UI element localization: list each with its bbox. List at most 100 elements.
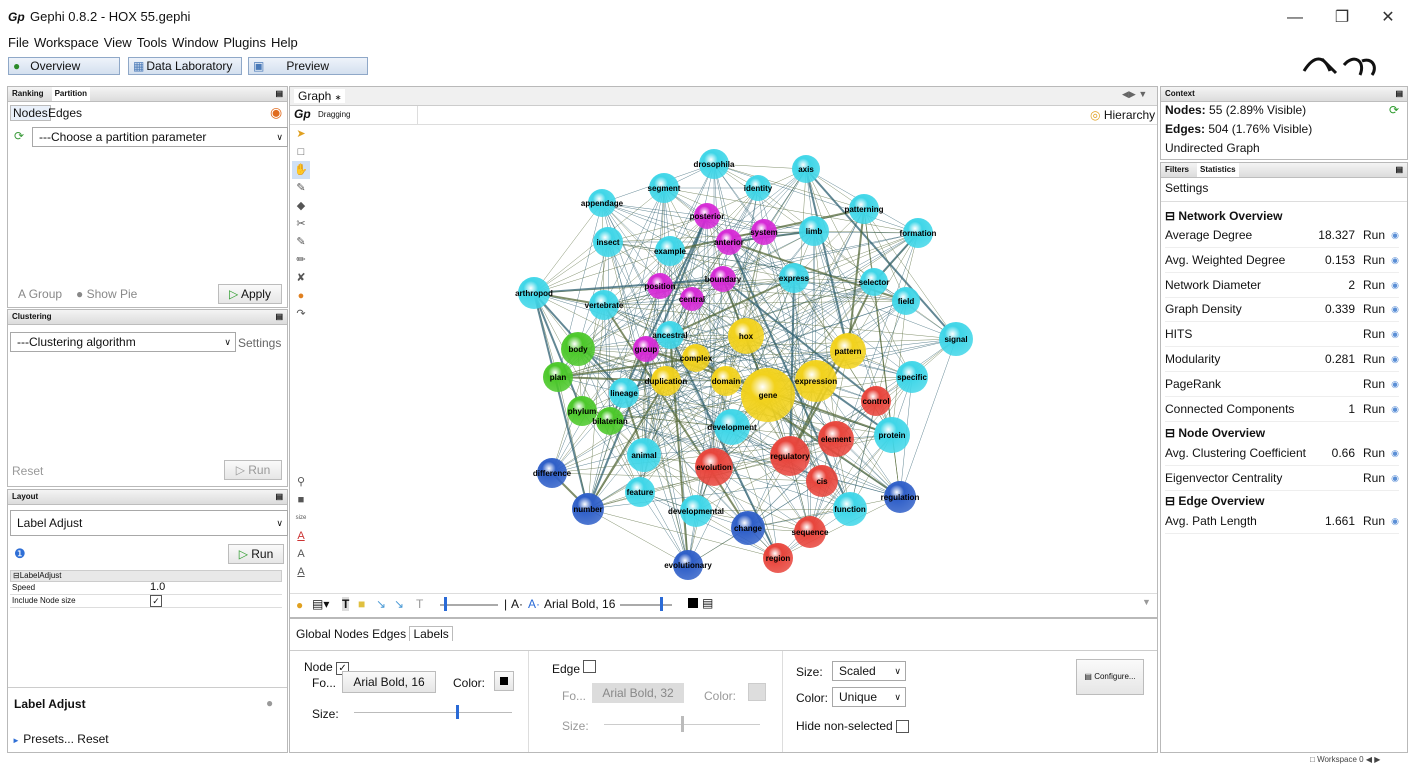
label-color-icon[interactable]: A bbox=[292, 527, 310, 545]
graph-node-plan[interactable]: plan bbox=[543, 362, 573, 392]
edge-weight-slider[interactable] bbox=[440, 604, 498, 606]
info-icon[interactable]: ❶ bbox=[14, 546, 26, 562]
collapse-icon[interactable]: ⊟ bbox=[1165, 209, 1178, 223]
stat-run-button[interactable]: Run bbox=[1363, 273, 1385, 297]
info-icon[interactable]: ◉ bbox=[1391, 347, 1399, 371]
clustering-reset-button[interactable]: Reset bbox=[12, 464, 43, 478]
stat-run-button[interactable]: Run bbox=[1363, 509, 1385, 533]
configure-button[interactable]: ▤ Configure... bbox=[1076, 659, 1144, 695]
graph-node-vertebrate[interactable]: vertebrate bbox=[585, 290, 624, 320]
rectangle-select-icon[interactable]: □ bbox=[292, 143, 310, 161]
close-tab-icon[interactable]: ∗ bbox=[335, 93, 342, 102]
graph-node-axis[interactable]: axis bbox=[792, 155, 820, 183]
menu-view[interactable]: View bbox=[104, 35, 132, 50]
tab-graph[interactable]: Graph ∗ bbox=[294, 89, 346, 103]
clustering-run-button[interactable]: ▷ Run bbox=[224, 460, 282, 480]
presets-button[interactable]: Presets... bbox=[23, 732, 74, 746]
pencil-icon[interactable]: ✎ bbox=[292, 179, 310, 197]
zoom-icon[interactable]: ⚲ bbox=[292, 473, 310, 491]
graph-node-regulatory[interactable]: regulatory bbox=[770, 436, 810, 476]
menu-file[interactable]: File bbox=[8, 35, 29, 50]
minimize-panel-icon[interactable]: ▤ bbox=[1395, 163, 1403, 177]
graph-node-limb[interactable]: limb bbox=[799, 216, 829, 246]
apply-button[interactable]: ▷ Apply bbox=[218, 284, 282, 304]
graph-node-cis[interactable]: cis bbox=[806, 465, 838, 497]
slider-thumb[interactable] bbox=[444, 597, 447, 611]
stat-run-button[interactable]: Run bbox=[1363, 248, 1385, 272]
node-size-slider[interactable] bbox=[354, 712, 512, 713]
slider-thumb[interactable] bbox=[456, 705, 459, 719]
graph-node-group[interactable]: group bbox=[633, 336, 659, 362]
stat-run-button[interactable]: Run bbox=[1363, 466, 1385, 490]
tab-statistics[interactable]: Statistics bbox=[1197, 163, 1239, 177]
screenshot-icon[interactable]: ▤▾ bbox=[312, 597, 329, 611]
hide-non-selected-checkbox[interactable] bbox=[896, 720, 910, 734]
graph-node-domain[interactable]: domain bbox=[711, 366, 741, 396]
font-color-icon[interactable]: ■ bbox=[358, 597, 365, 611]
tab-filters[interactable]: Filters bbox=[1165, 163, 1189, 177]
minimize-panel-icon[interactable]: ▤ bbox=[275, 87, 283, 101]
graph-node-identity[interactable]: identity bbox=[744, 175, 773, 201]
stat-run-button[interactable]: Run bbox=[1363, 322, 1385, 346]
edge-label-checkbox[interactable] bbox=[583, 660, 597, 673]
tab-edges[interactable]: Edges bbox=[48, 106, 82, 120]
info-icon[interactable]: ◉ bbox=[1391, 466, 1399, 490]
close-icon[interactable]: ✕ bbox=[1373, 8, 1403, 28]
hierarchy-button[interactable]: ◎ Hierarchy bbox=[1090, 108, 1155, 122]
tab-partition[interactable]: Partition bbox=[51, 87, 91, 101]
workspace-indicator[interactable]: □ Workspace 0 ◀ ▶ bbox=[1310, 755, 1380, 764]
collapse-icon[interactable]: ⊟ bbox=[1165, 494, 1178, 508]
include-node-size-checkbox[interactable]: ✓ bbox=[150, 595, 162, 607]
graph-node-example[interactable]: example bbox=[654, 236, 687, 266]
tab-labels[interactable]: Labels bbox=[409, 626, 453, 641]
graph-node-bilaterian[interactable]: bilaterian bbox=[592, 407, 628, 435]
edge-pencil-icon[interactable]: ✏ bbox=[292, 251, 310, 269]
graph-node-arthropod[interactable]: arthropod bbox=[515, 277, 553, 309]
node-color-button[interactable] bbox=[494, 671, 514, 691]
info-icon[interactable]: ◉ bbox=[1391, 509, 1399, 533]
minimize-icon[interactable]: — bbox=[1280, 8, 1310, 28]
menu-window[interactable]: Window bbox=[172, 35, 218, 50]
slider-thumb[interactable] bbox=[681, 716, 684, 732]
drag-hand-icon[interactable]: ✋ bbox=[292, 161, 310, 179]
stat-run-button[interactable]: Run bbox=[1363, 223, 1385, 247]
label-font-button[interactable]: Arial Bold, 16 bbox=[544, 597, 615, 611]
layout-run-button[interactable]: ▷ Run bbox=[228, 544, 284, 564]
tab-nodes-settings[interactable]: Nodes bbox=[334, 627, 369, 641]
graph-node-pattern[interactable]: pattern bbox=[830, 333, 866, 369]
speed-value[interactable]: 1.0 bbox=[150, 582, 165, 593]
graph-node-difference[interactable]: difference bbox=[533, 458, 572, 488]
info-icon[interactable]: ◉ bbox=[1391, 322, 1399, 346]
brush-icon[interactable]: ✎ bbox=[292, 233, 310, 251]
graph-node-insect[interactable]: insect bbox=[593, 227, 623, 257]
node-font-button[interactable]: Arial Bold, 16 bbox=[342, 671, 436, 693]
collapse-icon[interactable]: ⊟ bbox=[13, 571, 20, 580]
label-color-swatch[interactable] bbox=[688, 598, 698, 608]
stat-run-button[interactable]: Run bbox=[1363, 347, 1385, 371]
minimize-panel-icon[interactable]: ▤ bbox=[275, 490, 283, 504]
painter-icon[interactable]: ✂ bbox=[292, 215, 310, 233]
tab-ranking[interactable]: Ranking bbox=[12, 87, 44, 101]
show-labels-icon[interactable]: T bbox=[342, 597, 350, 611]
menu-plugins[interactable]: Plugins bbox=[223, 35, 266, 50]
font-increase-icon[interactable]: A· bbox=[528, 597, 540, 611]
graph-node-function[interactable]: function bbox=[833, 492, 867, 526]
graph-node-appendage[interactable]: appendage bbox=[581, 189, 624, 217]
clustering-algorithm-select[interactable]: ---Clustering algorithm ∨ bbox=[10, 332, 236, 352]
graph-node-control[interactable]: control bbox=[861, 386, 891, 416]
graph-node-gene[interactable]: gene bbox=[741, 368, 795, 422]
label-font-icon[interactable]: A bbox=[292, 563, 310, 581]
light-bulb-icon[interactable]: ● bbox=[296, 598, 303, 612]
info-icon[interactable]: ◉ bbox=[1391, 297, 1399, 321]
label-size-slider[interactable] bbox=[620, 604, 672, 606]
graph-node-number[interactable]: number bbox=[572, 493, 604, 525]
pointer-icon[interactable]: ➤ bbox=[292, 125, 310, 143]
menu-help[interactable]: Help bbox=[271, 35, 298, 50]
overview-button[interactable]: ● Overview bbox=[8, 57, 120, 75]
stat-run-button[interactable]: Run bbox=[1363, 372, 1385, 396]
graph-node-system[interactable]: system bbox=[750, 219, 778, 245]
refresh-icon[interactable]: ⟳ bbox=[1389, 103, 1399, 117]
graph-node-sequence[interactable]: sequence bbox=[792, 516, 829, 548]
font-decrease-icon[interactable]: A· bbox=[511, 597, 523, 611]
minimize-panel-icon[interactable]: ▤ bbox=[275, 310, 283, 324]
